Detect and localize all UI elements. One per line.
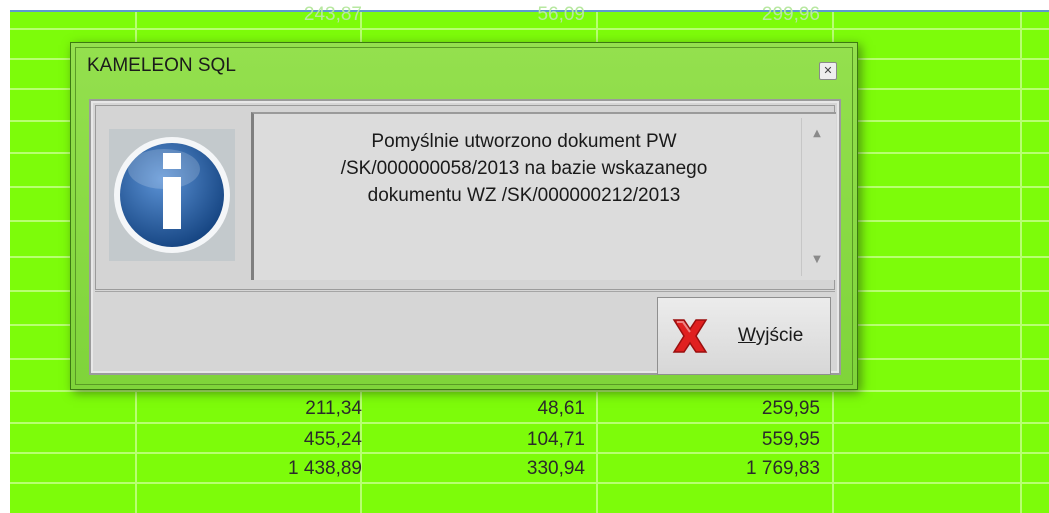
exit-button[interactable]: Wyjście	[657, 297, 831, 375]
dialog-title: KAMELEON SQL	[87, 55, 236, 76]
message-line: Pomyślnie utworzono dokument PW	[371, 131, 677, 152]
exit-button-label: Wyjście	[738, 325, 804, 346]
grid-cell[interactable]: 455,24	[140, 425, 362, 455]
grid-cell[interactable]: 299,96	[600, 0, 820, 30]
grid-cell[interactable]: 211,34	[140, 394, 362, 424]
message-scrollbar[interactable]: ▲ ▼	[801, 118, 832, 276]
dialog-body: Pomyślnie utworzono dokument PW /SK/0000…	[89, 99, 841, 375]
message-area: Pomyślnie utworzono dokument PW /SK/0000…	[95, 105, 836, 290]
message-text-panel: Pomyślnie utworzono dokument PW /SK/0000…	[251, 112, 836, 280]
scroll-up-arrow-icon[interactable]: ▲	[802, 124, 832, 144]
red-x-icon	[668, 316, 712, 361]
message-line: dokumentu WZ /SK/000000212/2013	[367, 185, 681, 206]
grid-cell[interactable]: 259,95	[600, 394, 820, 424]
grid-cell[interactable]: 104,71	[365, 425, 585, 455]
grid-cell[interactable]: 559,95	[600, 425, 820, 455]
message-dialog: KAMELEON SQL ✕ Pomyślnie utworzono dokum…	[70, 42, 858, 390]
divider	[95, 291, 835, 292]
grid-cell[interactable]: 330,94	[365, 454, 585, 484]
grid-cell[interactable]: 48,61	[365, 394, 585, 424]
scroll-down-arrow-icon[interactable]: ▼	[802, 250, 832, 270]
message-text: Pomyślnie utworzono dokument PW /SK/0000…	[264, 128, 784, 209]
message-line: /SK/000000058/2013 na bazie wskazanego	[340, 158, 708, 179]
grid-cell[interactable]: 1 438,89	[140, 454, 362, 484]
info-icon	[109, 129, 235, 261]
grid-cell[interactable]: 1 769,83	[600, 454, 820, 484]
close-button[interactable]: ✕	[819, 62, 837, 80]
grid-cell[interactable]: 56,09	[365, 0, 585, 30]
close-icon: ✕	[823, 64, 833, 77]
grid-cell[interactable]: 243,87	[140, 0, 362, 30]
